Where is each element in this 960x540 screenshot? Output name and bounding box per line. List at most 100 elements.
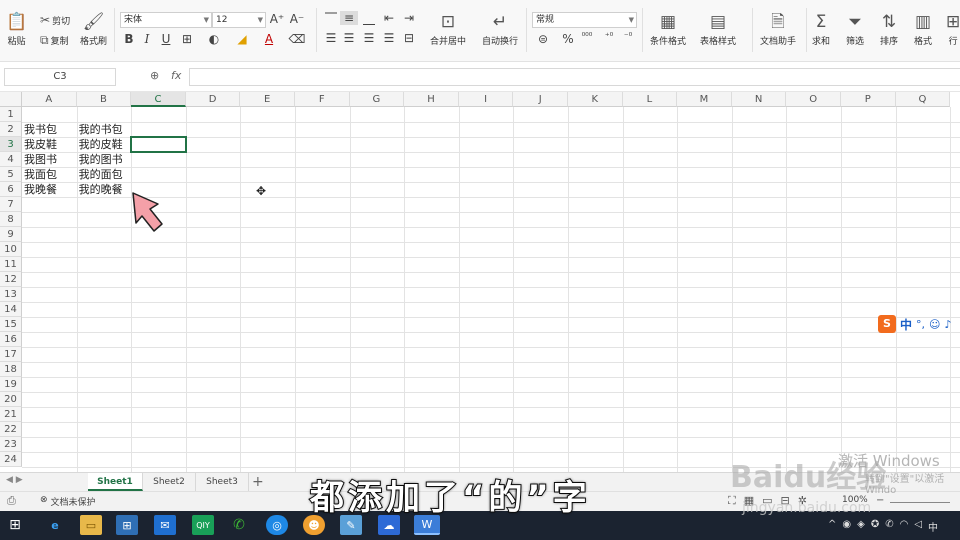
table-style-button[interactable]: ▤ 表格样式 — [700, 10, 736, 47]
row-header-15[interactable]: 15 — [0, 317, 22, 332]
row-header-10[interactable]: 10 — [0, 242, 22, 257]
security-icon[interactable]: ✪ — [871, 519, 879, 534]
bold-icon[interactable]: B — [120, 32, 138, 46]
row-header-22[interactable]: 22 — [0, 422, 22, 437]
merge-center-button[interactable]: ⊡ 合并居中 — [430, 10, 466, 47]
column-header-e[interactable]: E — [240, 92, 295, 107]
row-header-14[interactable]: 14 — [0, 302, 22, 317]
row-header-23[interactable]: 23 — [0, 437, 22, 452]
wifi-icon[interactable]: ◠ — [900, 519, 909, 534]
ime-icon[interactable]: 中 — [928, 519, 938, 534]
filter-button[interactable]: ⏷ 筛选 — [846, 10, 864, 47]
sheet-tab-sheet3[interactable]: Sheet3 — [196, 473, 249, 491]
justify-icon[interactable]: ☰ — [380, 31, 398, 45]
sort-button[interactable]: ⇅ 排序 — [880, 10, 898, 47]
macro-icon[interactable]: ⎙ — [7, 494, 16, 508]
align-left-icon[interactable]: ☰ — [322, 31, 340, 45]
cell-a4[interactable]: 我图书 — [22, 152, 57, 167]
row-header-20[interactable]: 20 — [0, 392, 22, 407]
cell-b6[interactable]: 我的晚餐 — [77, 182, 123, 197]
tray-app-icon[interactable]: ◈ — [857, 519, 865, 534]
tab-nav-icon[interactable]: ◀ ▶ — [6, 475, 23, 485]
column-header-g[interactable]: G — [349, 92, 405, 107]
align-center-icon[interactable]: ☰ — [340, 31, 358, 45]
percent-icon[interactable]: % — [559, 32, 577, 46]
fx-icon[interactable]: fx — [171, 69, 181, 82]
iqiyi-icon[interactable]: QIY — [192, 515, 214, 535]
decrease-font-icon[interactable]: A⁻ — [288, 12, 306, 26]
formula-input[interactable] — [189, 68, 960, 86]
font-name-select[interactable]: 宋体 ▼ — [120, 12, 212, 28]
column-header-h[interactable]: H — [404, 92, 459, 107]
ime-toolbar[interactable]: S 中 °, ☺ ♪ — [878, 314, 960, 334]
column-header-c[interactable]: C — [131, 92, 186, 107]
browser-icon[interactable]: ◎ — [266, 515, 288, 535]
indent-decrease-icon[interactable]: ⇤ — [380, 11, 398, 25]
row-header-7[interactable]: 7 — [0, 197, 22, 212]
zoom-out-icon[interactable]: − — [876, 495, 884, 506]
spreadsheet-grid[interactable]: A B C D E F G H I J K L M N O P Q 1 2 3 4 5 6 7 8 9 10 11 12 13 14 15 16… — [0, 92, 960, 472]
column-header-i[interactable]: I — [458, 92, 514, 107]
file-explorer-icon[interactable]: ▭ — [80, 515, 102, 535]
cut-button[interactable]: ✂ 剪切 — [40, 13, 70, 27]
currency-icon[interactable]: ⊜ — [534, 32, 552, 46]
cell-b2[interactable]: 我的书包 — [77, 122, 123, 137]
column-header-o[interactable]: O — [786, 92, 841, 107]
row-header-8[interactable]: 8 — [0, 212, 22, 227]
row-header-1[interactable]: 1 — [0, 107, 22, 122]
increase-decimal-icon[interactable]: ⁺⁰ — [600, 32, 618, 42]
row-header-12[interactable]: 12 — [0, 272, 22, 287]
sheet-tab-sheet2[interactable]: Sheet2 — [143, 473, 196, 491]
row-header-9[interactable]: 9 — [0, 227, 22, 242]
cell-a6[interactable]: 我晚餐 — [22, 182, 57, 197]
align-middle-icon[interactable]: ≡ — [340, 11, 358, 25]
row-header-11[interactable]: 11 — [0, 257, 22, 272]
store-icon[interactable]: ⊞ — [116, 515, 138, 535]
row-button[interactable]: ⊞ 行 — [946, 10, 960, 47]
copy-button[interactable]: ⧉ 复制 — [40, 33, 69, 48]
column-header-d[interactable]: D — [185, 92, 241, 107]
decrease-decimal-icon[interactable]: ⁻⁰ — [619, 32, 637, 42]
protect-status[interactable]: ⊗ 文档未保护 — [40, 495, 96, 508]
highlight-icon[interactable]: ◢ — [233, 32, 251, 46]
align-bottom-icon[interactable]: ⎽ — [360, 11, 378, 26]
cell-a5[interactable]: 我面包 — [22, 167, 57, 182]
format-painter-button[interactable]: 🖌 格式刷 — [80, 10, 107, 47]
doc-helper-button[interactable]: 🗎 文档助手 — [760, 10, 796, 47]
align-right-icon[interactable]: ☰ — [360, 31, 378, 45]
row-header-6[interactable]: 6 — [0, 182, 22, 197]
distribute-icon[interactable]: ⊟ — [400, 31, 418, 45]
edge-icon[interactable]: e — [44, 515, 66, 535]
align-top-icon[interactable]: ⎺ — [322, 11, 340, 26]
column-header-l[interactable]: L — [622, 92, 678, 107]
wrap-text-button[interactable]: ↵ 自动换行 — [482, 10, 518, 47]
wechat-tray-icon[interactable]: ✆ — [885, 519, 893, 534]
underline-icon[interactable]: U — [157, 32, 175, 46]
fullscreen-icon[interactable]: ⛶ — [728, 494, 736, 508]
column-header-k[interactable]: K — [568, 92, 623, 107]
column-header-j[interactable]: J — [513, 92, 568, 107]
system-tray[interactable]: ^ ◉ ◈ ✪ ✆ ◠ ◁ 中 — [828, 519, 938, 534]
cell-a2[interactable]: 我书包 — [22, 122, 57, 137]
column-header-p[interactable]: P — [841, 92, 896, 107]
eraser-icon[interactable]: ⌫ — [288, 32, 306, 46]
select-all-corner[interactable] — [0, 92, 22, 107]
conditional-format-button[interactable]: ▦ 条件格式 — [650, 10, 686, 47]
column-header-a[interactable]: A — [22, 92, 77, 107]
row-header-16[interactable]: 16 — [0, 332, 22, 347]
fill-color-icon[interactable]: ◐ — [205, 32, 223, 46]
format-button[interactable]: ▥ 格式 — [914, 10, 932, 47]
increase-font-icon[interactable]: A⁺ — [268, 12, 286, 26]
cell-a3[interactable]: 我皮鞋 — [22, 137, 57, 152]
row-header-17[interactable]: 17 — [0, 347, 22, 362]
cell-b4[interactable]: 我的图书 — [77, 152, 123, 167]
row-header-18[interactable]: 18 — [0, 362, 22, 377]
zoom-slider[interactable] — [890, 502, 950, 503]
network-icon[interactable]: ◉ — [842, 519, 851, 534]
row-header-4[interactable]: 4 — [0, 152, 22, 167]
zoom-formula-icon[interactable]: ⊕ — [150, 69, 159, 82]
row-header-3[interactable]: 3 — [0, 137, 22, 152]
italic-icon[interactable]: I — [138, 32, 156, 46]
cell-b3[interactable]: 我的皮鞋 — [77, 137, 123, 152]
font-color-icon[interactable]: A — [260, 32, 278, 46]
